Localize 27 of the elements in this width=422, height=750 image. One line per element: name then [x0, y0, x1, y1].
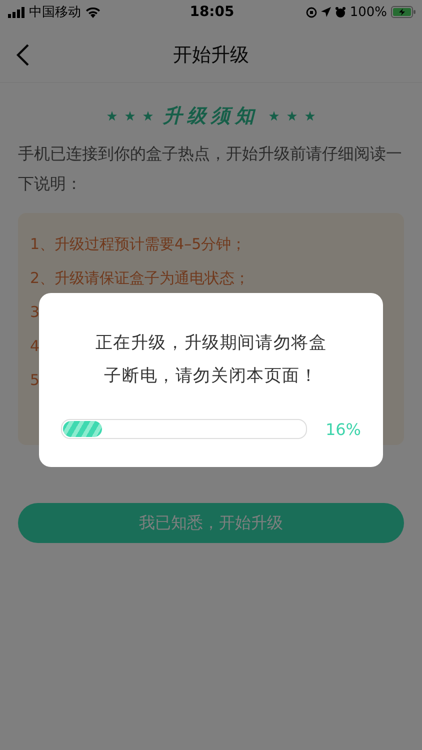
- battery-icon: [391, 6, 416, 18]
- signal-icon: [8, 6, 25, 18]
- notice-item: 3: [30, 302, 40, 323]
- notice-item: 1、升级过程预计需要4–5分钟；: [30, 234, 246, 255]
- page-title: 开始升级: [173, 43, 249, 68]
- star-icon: [269, 111, 279, 121]
- star-icon: [305, 111, 315, 121]
- notice-heading: 升级须知: [163, 104, 259, 129]
- start-upgrade-button[interactable]: 我已知悉，开始升级: [18, 503, 404, 543]
- back-icon[interactable]: [16, 44, 30, 66]
- progress-percent: 16%: [324, 420, 361, 438]
- star-icon: [287, 111, 297, 121]
- star-icon: [125, 111, 135, 121]
- wifi-icon: [85, 6, 101, 18]
- intro-text: 手机已连接到你的盒子热点，开始升级前请仔细阅读一下说明：: [18, 143, 403, 195]
- notice-item: 5: [30, 370, 40, 391]
- status-time: 18:05: [188, 4, 236, 20]
- notice-item: 2、升级请保证盒子为通电状态；: [30, 268, 250, 289]
- star-icon: [143, 111, 153, 121]
- notice-item: 4: [30, 336, 40, 357]
- star-icon: [107, 111, 117, 121]
- location-icon: [320, 7, 331, 17]
- dialog-message: 正在升级，升级期间请勿将盒子断电，请勿关闭本页面！: [94, 332, 328, 388]
- alarm-icon: [334, 6, 346, 18]
- carrier-name: 中国移动: [29, 4, 81, 21]
- rotation-lock-icon: [306, 6, 317, 18]
- battery-percent: 100%: [350, 4, 387, 20]
